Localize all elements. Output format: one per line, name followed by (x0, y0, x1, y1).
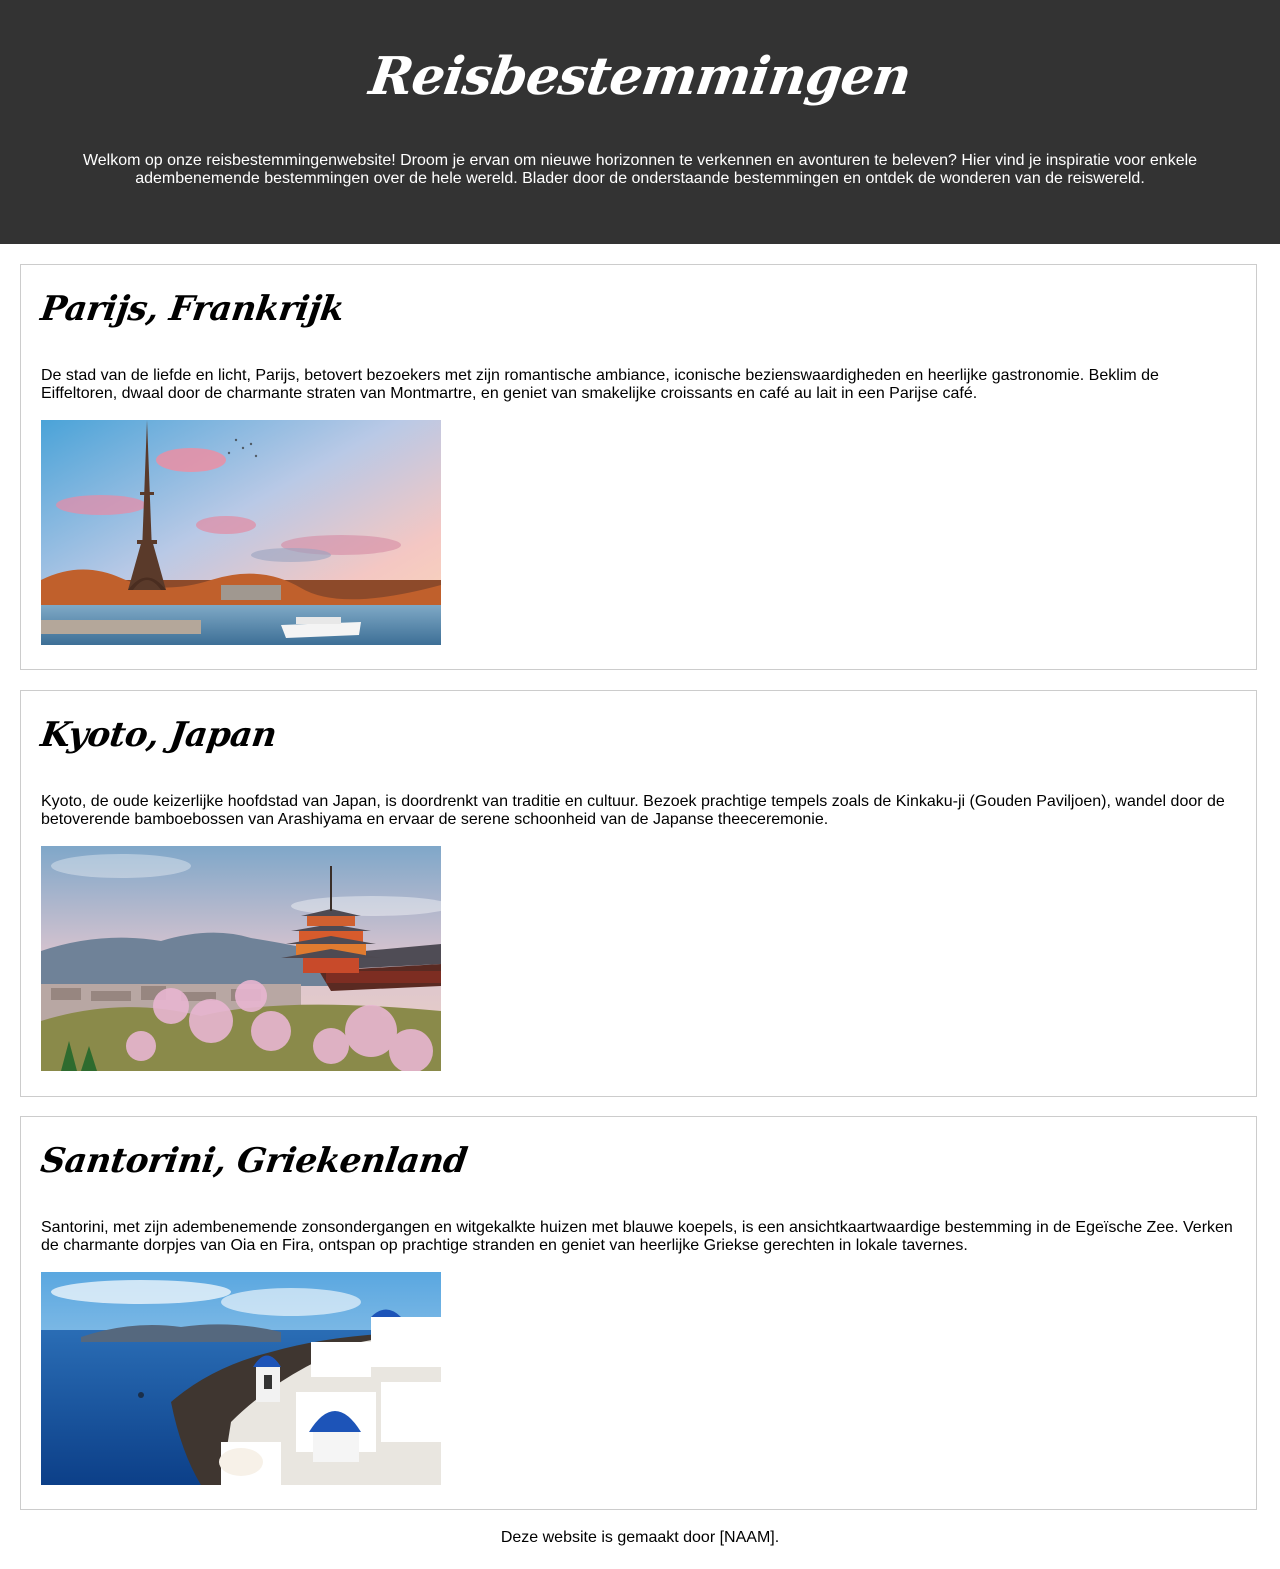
destination-card-kyoto: Kyoto, Japan Kyoto, de oude keizerlijke … (20, 690, 1257, 1097)
paris-photo (41, 420, 441, 645)
site-footer: Deze website is gemaakt door [NAAM]. (0, 1528, 1280, 1548)
destination-description: Kyoto, de oude keizerlijke hoofdstad van… (41, 793, 1225, 828)
destination-title: Kyoto, Japan (38, 715, 279, 755)
destination-card-santorini: Santorini, Griekenland Santorini, met zi… (20, 1116, 1257, 1510)
intro-text: Welkom op onze reisbestemmingenwebsite! … (82, 152, 1198, 187)
site-header: Reisbestemmingen Welkom op onze reisbest… (0, 0, 1280, 244)
destination-title: Santorini, Griekenland (38, 1141, 470, 1181)
footer-credit: Deze website is gemaakt door [NAAM]. (500, 1529, 780, 1546)
destination-title: Parijs, Frankrijk (38, 289, 347, 329)
destination-description: Santorini, met zijn adembenemende zonson… (41, 1219, 1233, 1254)
page-title: Reisbestemmingen (365, 46, 915, 107)
santorini-photo (41, 1272, 441, 1485)
destination-description: De stad van de liefde en licht, Parijs, … (41, 367, 1159, 402)
kyoto-photo (41, 846, 441, 1071)
destination-card-paris: Parijs, Frankrijk De stad van de liefde … (20, 264, 1257, 670)
